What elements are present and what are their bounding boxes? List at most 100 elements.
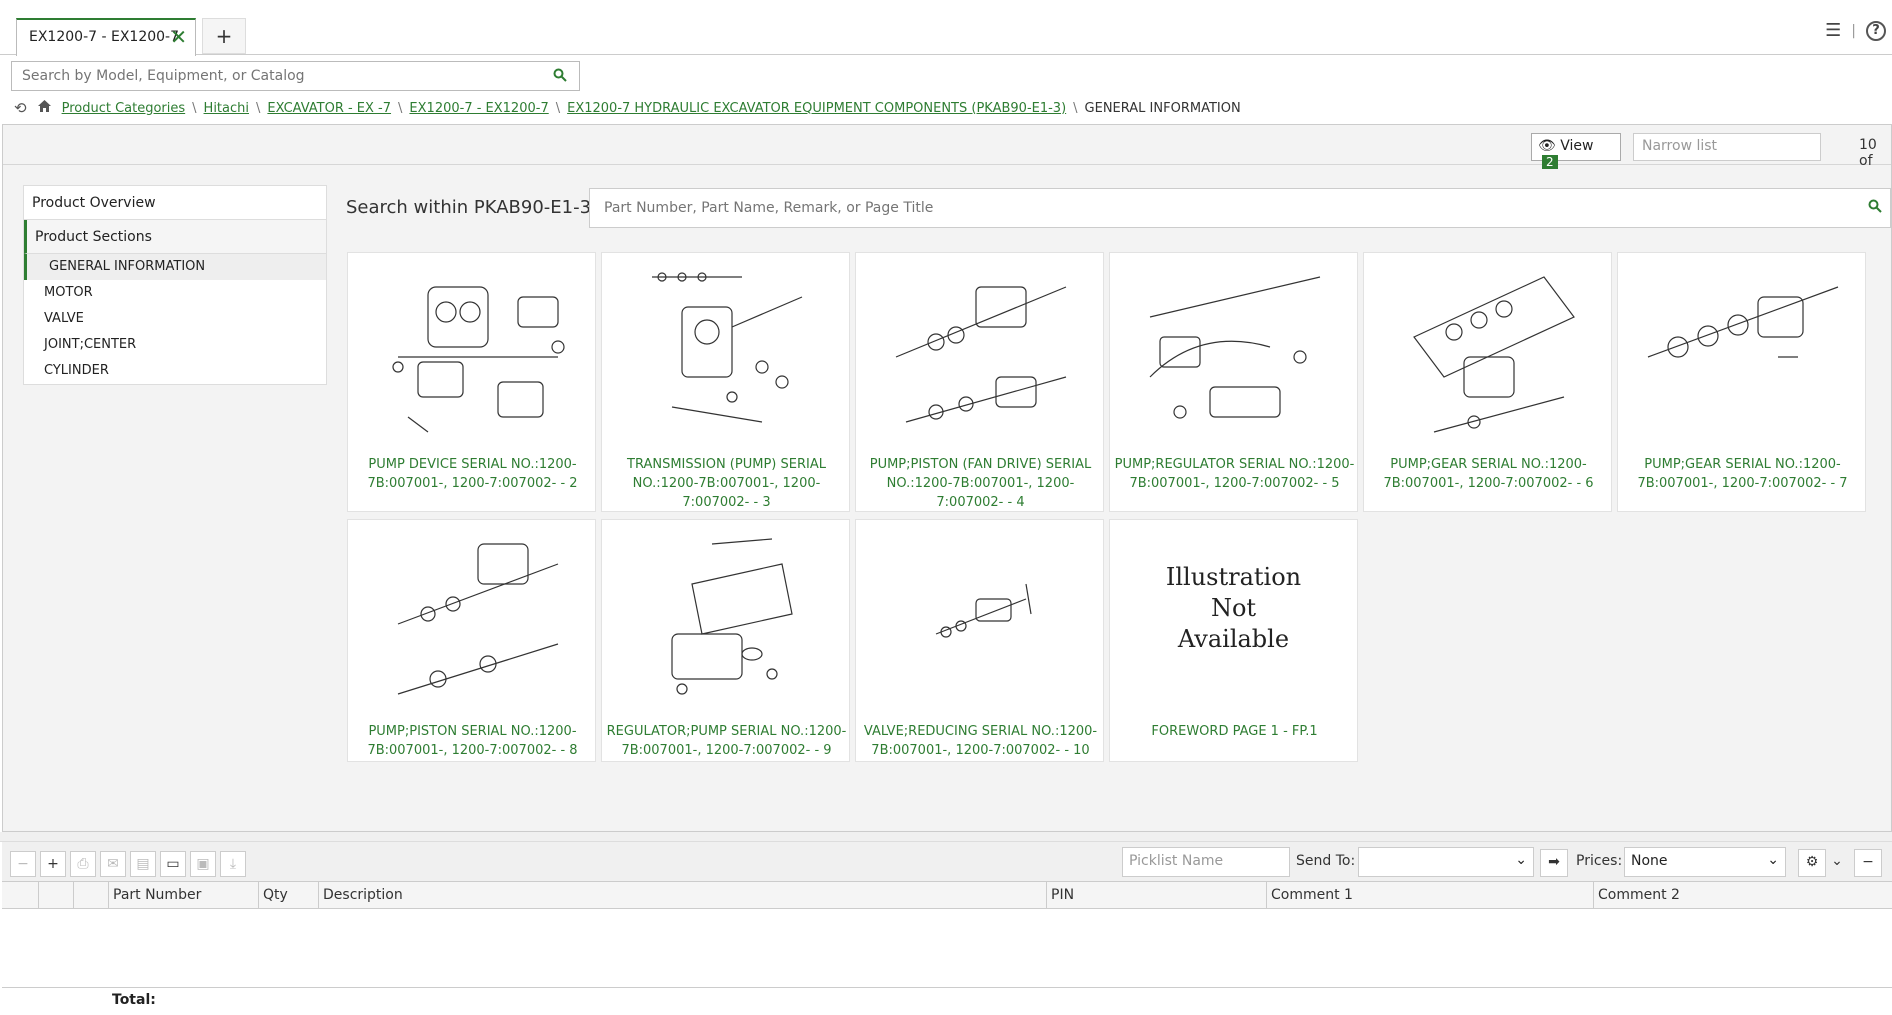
chevron-down-icon: ⌄ — [1767, 852, 1779, 868]
list-toolbar: 👁 View 2 Narrow list 10 of — [3, 125, 1891, 169]
product-nav: Product Overview Product Sections GENERA… — [23, 185, 327, 385]
illustration-card[interactable]: TRANSMISSION (PUMP) SERIAL NO.:1200-7B:0… — [601, 252, 850, 512]
search-within-input[interactable] — [590, 189, 1830, 227]
product-overview-link[interactable]: Product Overview — [24, 186, 326, 220]
exploded-diagram-thumbnail — [1149, 276, 1321, 419]
breadcrumb-link-model[interactable]: EX1200-7 - EX1200-7 — [409, 101, 548, 116]
total-label: Total: — [112, 992, 156, 1008]
breadcrumb-separator: \ — [398, 100, 403, 116]
gear-icon[interactable]: ⚙ — [1798, 849, 1826, 877]
illustration-card[interactable]: VALVE;REDUCING SERIAL NO.:1200-7B:007001… — [855, 519, 1104, 762]
column-comment-2[interactable]: Comment 2 — [1593, 882, 1890, 909]
nav-item-motor[interactable]: MOTOR — [24, 280, 326, 306]
card-title[interactable]: PUMP;GEAR SERIAL NO.:1200-7B:007001-, 12… — [1368, 455, 1609, 493]
divider: | — [1851, 22, 1856, 39]
menu-icon[interactable]: ☰ — [1825, 20, 1841, 41]
help-icon[interactable]: ? — [1866, 20, 1886, 41]
search-icon[interactable] — [553, 68, 567, 86]
top-right-controls: ☰ | ? — [1825, 20, 1886, 41]
illustration-card[interactable]: PUMP DEVICE SERIAL NO.:1200-7B:007001-, … — [347, 252, 596, 512]
exploded-diagram-thumbnail — [671, 538, 793, 695]
select-column[interactable] — [2, 882, 38, 909]
remove-icon[interactable]: − — [10, 851, 36, 877]
search-input[interactable] — [12, 62, 532, 90]
download-icon[interactable]: ⤓ — [220, 851, 246, 877]
breadcrumb-current: GENERAL INFORMATION — [1084, 100, 1241, 116]
illustration-card[interactable]: PUMP;PISTON SERIAL NO.:1200-7B:007001-, … — [347, 519, 596, 762]
prices-select[interactable]: None ⌄ — [1624, 847, 1786, 877]
folder-icon[interactable]: ▭ — [160, 851, 186, 877]
breadcrumb-link-excavator[interactable]: EXCAVATOR - EX -7 — [267, 101, 391, 116]
breadcrumb-separator: \ — [192, 100, 197, 116]
add-icon[interactable]: + — [40, 851, 66, 877]
email-icon[interactable]: ✉ — [100, 851, 126, 877]
minimize-icon[interactable]: − — [1854, 849, 1882, 877]
card-title[interactable]: PUMP;PISTON SERIAL NO.:1200-7B:007001-, … — [352, 722, 593, 760]
na-line: Illustration — [1165, 563, 1302, 591]
card-title[interactable]: PUMP;PISTON (FAN DRIVE) SERIAL NO.:1200-… — [860, 455, 1101, 512]
card-title[interactable]: PUMP;REGULATOR SERIAL NO.:1200-7B:007001… — [1114, 455, 1355, 493]
eye-icon: 👁 — [1538, 138, 1556, 154]
clipboard-icon[interactable]: ▤ — [130, 851, 156, 877]
illustration-card[interactable]: PUMP;PISTON (FAN DRIVE) SERIAL NO.:1200-… — [855, 252, 1104, 512]
chevron-down-icon[interactable]: ⌄ — [1828, 849, 1846, 877]
prices-label: Prices: — [1576, 853, 1623, 869]
icon-column — [38, 882, 73, 909]
card-title[interactable]: PUMP;GEAR SERIAL NO.:1200-7B:007001-, 12… — [1622, 455, 1863, 493]
nav-item-valve[interactable]: VALVE — [24, 306, 326, 332]
exploded-diagram-thumbnail — [397, 543, 559, 695]
column-comment-1[interactable]: Comment 1 — [1266, 882, 1593, 909]
exploded-diagram-thumbnail — [1413, 276, 1575, 433]
breadcrumb-link-hitachi[interactable]: Hitachi — [204, 101, 249, 116]
column-pin[interactable]: PIN — [1046, 882, 1266, 909]
view-label: View — [1560, 138, 1594, 154]
search-within-box — [589, 188, 1891, 228]
global-search — [11, 61, 580, 91]
card-title[interactable]: TRANSMISSION (PUMP) SERIAL NO.:1200-7B:0… — [606, 455, 847, 512]
illustration-card[interactable]: Illustration Not Available FOREWORD PAGE… — [1109, 519, 1358, 762]
view-button[interactable]: 👁 View 2 — [1531, 133, 1621, 169]
history-icon[interactable]: ⟲ — [14, 99, 27, 117]
new-tab-button[interactable]: + — [202, 18, 246, 54]
column-part-number[interactable]: Part Number — [108, 882, 258, 909]
card-title[interactable]: REGULATOR;PUMP SERIAL NO.:1200-7B:007001… — [606, 722, 847, 760]
card-title[interactable]: PUMP DEVICE SERIAL NO.:1200-7B:007001-, … — [352, 455, 593, 493]
card-title[interactable]: VALVE;REDUCING SERIAL NO.:1200-7B:007001… — [860, 722, 1101, 760]
tab-bar: EX1200-7 - EX1200-7 ✕ + ☰ | ? — [0, 0, 1892, 56]
column-description[interactable]: Description — [318, 882, 1046, 909]
tab-ex1200-7[interactable]: EX1200-7 - EX1200-7 ✕ — [16, 18, 196, 56]
column-qty[interactable]: Qty — [258, 882, 318, 909]
send-arrow-button[interactable]: ➡ — [1540, 849, 1568, 877]
illustration-card[interactable]: PUMP;GEAR SERIAL NO.:1200-7B:007001-, 12… — [1363, 252, 1612, 512]
print-icon[interactable]: ⎙ — [70, 851, 96, 877]
save-icon[interactable]: ▣ — [190, 851, 216, 877]
send-to-select[interactable]: ⌄ — [1358, 847, 1534, 877]
prices-value: None — [1631, 853, 1668, 869]
panel-splitter[interactable] — [0, 832, 1892, 842]
icon-column — [73, 882, 108, 909]
illustration-card[interactable]: PUMP;GEAR SERIAL NO.:1200-7B:007001-, 12… — [1617, 252, 1866, 512]
card-title[interactable]: FOREWORD PAGE 1 - FP.1 — [1114, 722, 1355, 741]
picklist-table-body — [2, 909, 1892, 988]
picklist-name-input[interactable]: Picklist Name — [1122, 847, 1290, 877]
narrow-list-input[interactable]: Narrow list — [1633, 133, 1821, 161]
exploded-diagram-thumbnail — [1647, 286, 1839, 358]
nav-item-general-information[interactable]: GENERAL INFORMATION — [24, 254, 326, 280]
na-line: Not — [1210, 594, 1257, 622]
view-badge: 2 — [1542, 155, 1558, 169]
illustration-card[interactable]: PUMP;REGULATOR SERIAL NO.:1200-7B:007001… — [1109, 252, 1358, 512]
illustration-card[interactable]: REGULATOR;PUMP SERIAL NO.:1200-7B:007001… — [601, 519, 850, 762]
breadcrumb-link-catalog[interactable]: EX1200-7 HYDRAULIC EXCAVATOR EQUIPMENT C… — [567, 101, 1066, 116]
search-icon[interactable] — [1868, 199, 1882, 217]
breadcrumb-separator: \ — [1073, 100, 1078, 116]
tab-label: EX1200-7 - EX1200-7 — [29, 29, 180, 45]
nav-item-joint-center[interactable]: JOINT;CENTER — [24, 332, 326, 358]
breadcrumb-link-product-categories[interactable]: Product Categories — [62, 101, 186, 116]
result-count: 10 of — [1859, 137, 1877, 169]
product-sections-header[interactable]: Product Sections — [24, 220, 326, 254]
close-icon[interactable]: ✕ — [170, 25, 187, 49]
home-icon[interactable] — [37, 99, 52, 117]
breadcrumb: ⟲ Product Categories \ Hitachi \ EXCAVAT… — [14, 98, 1241, 118]
nav-item-cylinder[interactable]: CYLINDER — [24, 358, 326, 384]
app-window: EX1200-7 - EX1200-7 ✕ + ☰ | ? ⟲ Product … — [0, 0, 1892, 1015]
